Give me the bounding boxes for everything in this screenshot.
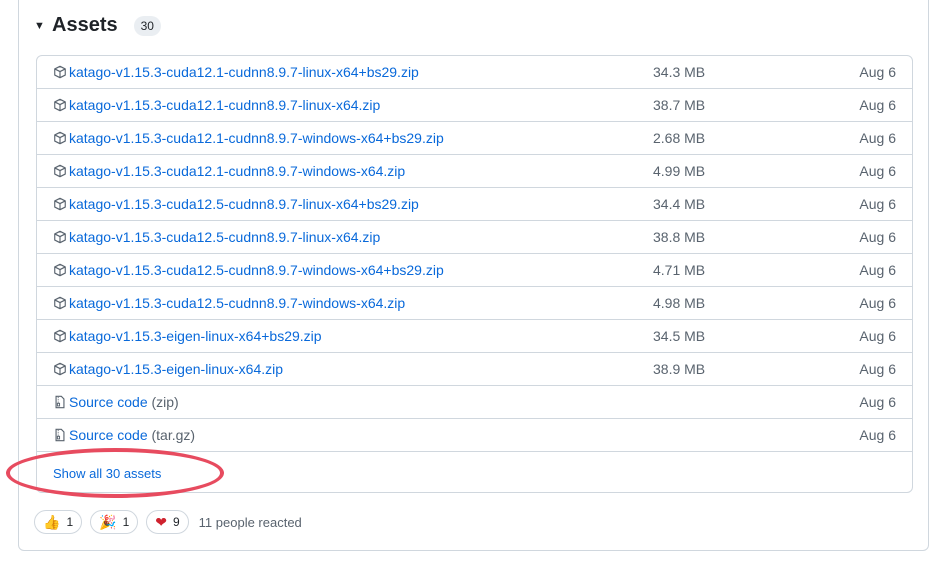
asset-row: katago-v1.15.3-eigen-linux-x64+bs29.zip … bbox=[37, 320, 912, 353]
asset-size: 2.68 MB bbox=[653, 130, 706, 146]
reaction-count: 1 bbox=[66, 515, 74, 529]
caret-down-icon[interactable]: ▼ bbox=[34, 20, 46, 32]
reaction-tada-button[interactable]: 🎉 1 bbox=[90, 510, 139, 534]
asset-link[interactable]: katago-v1.15.3-eigen-linux-x64.zip bbox=[69, 361, 283, 377]
asset-date: Aug 6 bbox=[859, 130, 896, 146]
reactions-bar: 👍 1 🎉 1 ❤ 9 11 people reacted bbox=[34, 510, 302, 534]
asset-date: Aug 6 bbox=[859, 262, 896, 278]
assets-title: Assets bbox=[52, 14, 118, 36]
asset-row: katago-v1.15.3-cuda12.5-cudnn8.9.7-windo… bbox=[37, 254, 912, 287]
file-zip-icon bbox=[55, 428, 65, 442]
tada-icon: 🎉 bbox=[99, 514, 117, 530]
source-code-zip-link[interactable]: Source code (zip) bbox=[69, 394, 179, 410]
asset-link[interactable]: katago-v1.15.3-cuda12.5-cudnn8.9.7-linux… bbox=[69, 196, 419, 212]
package-icon bbox=[54, 65, 66, 79]
asset-size: 34.4 MB bbox=[653, 196, 706, 212]
source-tar-row: Source code (tar.gz) Aug 6 bbox=[37, 419, 912, 452]
package-icon bbox=[54, 197, 66, 211]
package-icon bbox=[54, 230, 66, 244]
asset-date: Aug 6 bbox=[859, 163, 896, 179]
asset-size: 4.98 MB bbox=[653, 295, 706, 311]
asset-row: katago-v1.15.3-cuda12.5-cudnn8.9.7-linux… bbox=[37, 221, 912, 254]
package-icon bbox=[54, 296, 66, 310]
asset-date: Aug 6 bbox=[859, 196, 896, 212]
source-code-zip-suffix: (zip) bbox=[151, 394, 179, 410]
asset-date: Aug 6 bbox=[859, 229, 896, 245]
asset-link[interactable]: katago-v1.15.3-cuda12.1-cudnn8.9.7-windo… bbox=[69, 163, 405, 179]
asset-size: 38.7 MB bbox=[653, 97, 706, 113]
asset-link[interactable]: katago-v1.15.3-cuda12.5-cudnn8.9.7-windo… bbox=[69, 262, 444, 278]
reactions-summary[interactable]: 11 people reacted bbox=[199, 515, 302, 530]
assets-header[interactable]: ▼ Assets 30 bbox=[34, 14, 161, 37]
asset-link[interactable]: katago-v1.15.3-eigen-linux-x64+bs29.zip bbox=[69, 328, 322, 344]
asset-size: 34.5 MB bbox=[653, 328, 706, 344]
reaction-heart-button[interactable]: ❤ 9 bbox=[146, 510, 189, 534]
asset-row: katago-v1.15.3-cuda12.5-cudnn8.9.7-linux… bbox=[37, 188, 912, 221]
asset-date: Aug 6 bbox=[859, 295, 896, 311]
package-icon bbox=[54, 164, 66, 178]
source-zip-row: Source code (zip) Aug 6 bbox=[37, 386, 912, 419]
package-icon bbox=[54, 362, 66, 376]
asset-date: Aug 6 bbox=[859, 361, 896, 377]
asset-date: Aug 6 bbox=[859, 394, 896, 410]
show-all-assets-link[interactable]: Show all 30 assets bbox=[53, 466, 161, 481]
source-code-tar-label: Source code bbox=[69, 427, 148, 443]
source-code-tar-suffix: (tar.gz) bbox=[151, 427, 196, 443]
reaction-count: 1 bbox=[122, 515, 130, 529]
package-icon bbox=[54, 98, 66, 112]
asset-link[interactable]: katago-v1.15.3-cuda12.1-cudnn8.9.7-linux… bbox=[69, 64, 419, 80]
package-icon bbox=[54, 263, 66, 277]
asset-date: Aug 6 bbox=[859, 328, 896, 344]
asset-size: 38.8 MB bbox=[653, 229, 706, 245]
asset-size: 34.3 MB bbox=[653, 64, 706, 80]
package-icon bbox=[54, 329, 66, 343]
asset-row: katago-v1.15.3-eigen-linux-x64.zip 38.9 … bbox=[37, 353, 912, 386]
source-code-zip-label: Source code bbox=[69, 394, 148, 410]
asset-link[interactable]: katago-v1.15.3-cuda12.1-cudnn8.9.7-linux… bbox=[69, 97, 380, 113]
heart-icon: ❤ bbox=[155, 514, 167, 530]
asset-date: Aug 6 bbox=[859, 64, 896, 80]
asset-row: katago-v1.15.3-cuda12.1-cudnn8.9.7-windo… bbox=[37, 155, 912, 188]
asset-row: katago-v1.15.3-cuda12.1-cudnn8.9.7-linux… bbox=[37, 89, 912, 122]
source-code-tar-link[interactable]: Source code (tar.gz) bbox=[69, 427, 195, 443]
package-icon bbox=[54, 131, 66, 145]
asset-link[interactable]: katago-v1.15.3-cuda12.5-cudnn8.9.7-linux… bbox=[69, 229, 380, 245]
asset-row: katago-v1.15.3-cuda12.1-cudnn8.9.7-linux… bbox=[37, 56, 912, 89]
asset-link[interactable]: katago-v1.15.3-cuda12.1-cudnn8.9.7-windo… bbox=[69, 130, 444, 146]
reaction-thumbs-up-button[interactable]: 👍 1 bbox=[34, 510, 83, 534]
asset-row: katago-v1.15.3-cuda12.5-cudnn8.9.7-windo… bbox=[37, 287, 912, 320]
asset-size: 4.99 MB bbox=[653, 163, 706, 179]
assets-count-badge: 30 bbox=[133, 15, 161, 36]
file-zip-icon bbox=[55, 395, 65, 409]
asset-size: 4.71 MB bbox=[653, 262, 706, 278]
asset-size: 38.9 MB bbox=[653, 361, 706, 377]
asset-date: Aug 6 bbox=[859, 427, 896, 443]
reaction-count: 9 bbox=[172, 515, 180, 529]
asset-date: Aug 6 bbox=[859, 97, 896, 113]
asset-link[interactable]: katago-v1.15.3-cuda12.5-cudnn8.9.7-windo… bbox=[69, 295, 405, 311]
asset-row: katago-v1.15.3-cuda12.1-cudnn8.9.7-windo… bbox=[37, 122, 912, 155]
thumbs-up-icon: 👍 bbox=[43, 514, 61, 530]
assets-list: katago-v1.15.3-cuda12.1-cudnn8.9.7-linux… bbox=[36, 55, 913, 493]
